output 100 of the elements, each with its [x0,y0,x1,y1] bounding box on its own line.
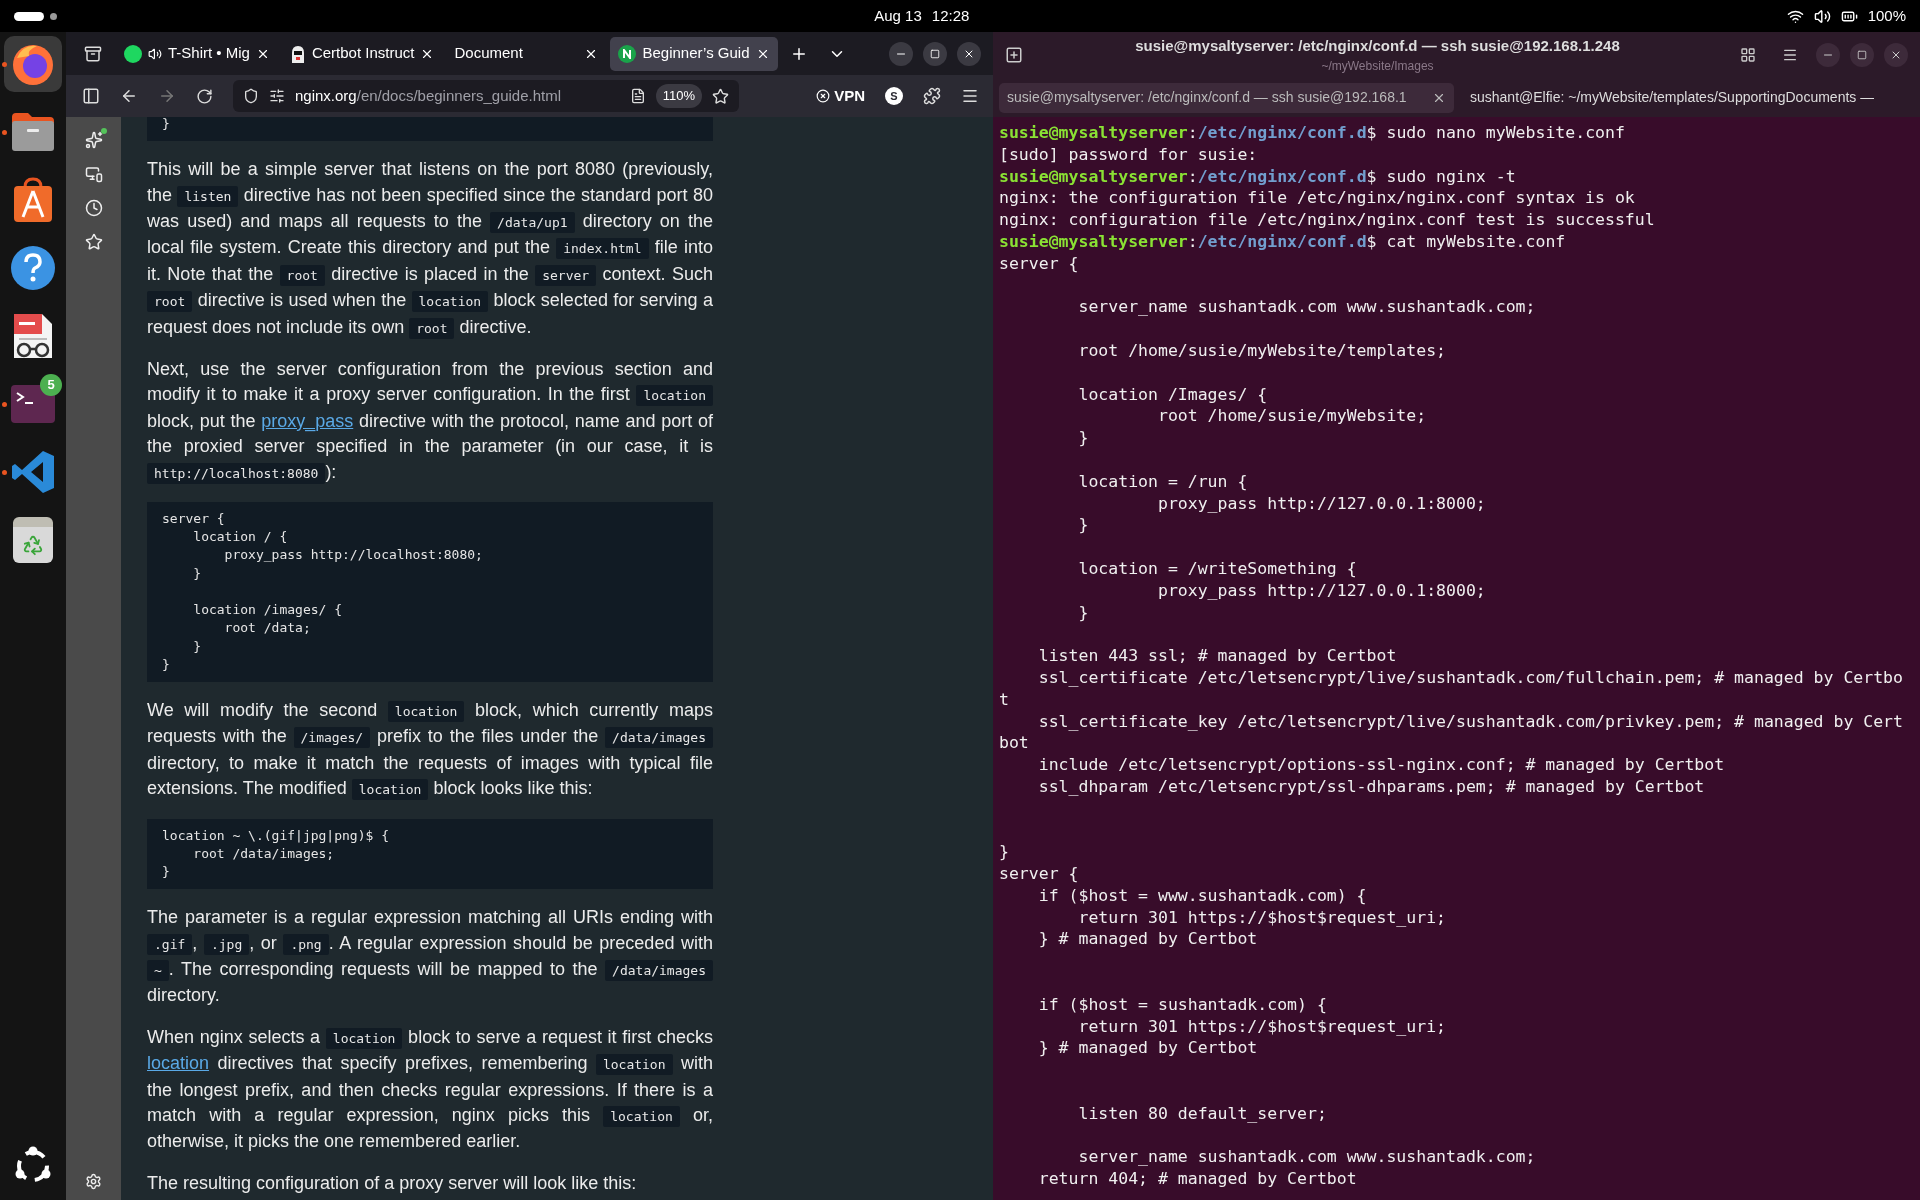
maximize-button[interactable] [923,41,947,66]
body-paragraph: Next, use the server configuration from the previous section and modify it to make it a proxy server configuration. In the first location block, put the proxy_pass directive with the protocol, name and port of the proxied server specified in the parameter (in our case, it is http://localhost:8080 ): [147,358,713,486]
terminal-line: return 301 https://$host$request_uri; [1077,1015,1448,1037]
browser-tab[interactable]: Beginner’s Guid [610,36,778,71]
back-icon[interactable] [120,87,138,105]
terminal-line: } # managed by Certbot [1037,928,1259,950]
code-editor-icon [10,449,56,495]
terminal-line: listen 80 default_server; [1077,1102,1328,1124]
site-controls-icon[interactable] [269,88,285,104]
tab-title: sushant@Elfie: ~/myWebsite/templates/SupportingDocuments — [1470,88,1875,107]
browser-tab[interactable]: T-Shirt • Mig [116,36,278,71]
tab-title: Document [454,43,524,64]
doc-link[interactable]: location [147,1053,210,1074]
prompt-line: susie@mysaltyserver:/etc/nginx/conf.d$ sudo nginx -t [999,165,1517,187]
help-icon [10,245,56,291]
terminal-line: include /etc/letsencrypt/options-ssl-nginx.conf; # managed by Certbot [1037,754,1726,775]
browser-tab[interactable]: Document [446,36,607,71]
terminal-line: proxy_pass http://127.0.0.1:8000; [1156,492,1487,514]
profile-avatar[interactable]: S [885,87,903,105]
terminal-line: t [999,688,1010,710]
menu-icon[interactable] [1782,47,1798,63]
terminal-tab[interactable]: susie@mysaltyserver: /etc/nginx/conf.d — ssh susie@192.168.1 [999,82,1454,113]
terminal-line: location = /run { [1077,470,1249,492]
terminal-line: server { [999,863,1080,884]
shopping-bag-icon [12,177,54,223]
speaker-icon[interactable] [148,46,162,61]
devices-icon[interactable] [84,165,103,183]
battery-level[interactable]: 100% [1867,4,1906,28]
music-app-icon [124,44,142,63]
body-paragraph: This will be a simple server that listens on the port 8080 (previously, the listen directive has not been specified since the standard port 80 was used) and maps all requests to the /data/up1 directory on the local file system. Create this directory and put the index.html file into it. Note that the root directive is placed in the server context. Such root directive is used when the location block selected for serving a request does not include its own root directive. [147,158,713,341]
prompt-line: susie@mysaltyserver:/etc/nginx/conf.d$ sudo nano myWebsite.conf [999,122,1626,143]
maximize-icon [930,48,940,59]
code-block: } [147,117,713,142]
terminal-line: nginx: configuration file /etc/nginx/nginx.conf test is successful [999,209,1656,230]
terminal-line: if ($host = www.sushantadk.com) { [1037,884,1368,906]
vpn-off-icon [816,89,831,103]
zoom-level[interactable]: 110% [655,84,702,108]
tab-title: Certbot Instruct [311,43,415,64]
close-button[interactable] [1884,43,1908,67]
date-label[interactable]: Aug 13 [874,4,922,28]
bookmarks-icon[interactable] [84,233,103,251]
terminal-line: server { [999,252,1080,274]
sidebar-toggle-icon[interactable] [82,87,100,105]
folder-icon [10,111,56,153]
minimize-button[interactable] [889,41,913,66]
terminal-line: return 404; # managed by Certbot [1037,1168,1358,1190]
terminal-line: proxy_pass http://127.0.0.1:8000; [1156,579,1487,601]
clock-label[interactable]: 12:28 [931,4,970,28]
reader-view-icon[interactable] [629,88,646,104]
shield-icon[interactable] [243,88,259,104]
history-icon[interactable] [84,199,103,217]
window-title: susie@mysaltyserver: /etc/nginx/conf.d — ssh susie@192.168.1.248 [1135,35,1620,56]
url-text: nginx.org/en/docs/beginners_guide.html [295,85,563,106]
terminal-tab[interactable]: sushant@Elfie: ~/myWebsite/templates/SupportingDocuments — [1462,82,1883,113]
vpn-button[interactable]: VPN [816,84,865,108]
dock-item[interactable] [4,36,62,92]
tab-title: T-Shirt • Mig [168,43,250,64]
extensions-icon[interactable] [923,87,941,105]
prompt-line: susie@mysaltyserver:/etc/nginx/conf.d$ cat myWebsite.conf [999,231,1567,252]
terminal-line: ssl_certificate_key /etc/letsencrypt/live/sushantadk.com/privkey.pem; # managed by Cert [1037,710,1904,732]
tab-title: Beginner’s Guid [642,43,750,64]
terminal-line: root /home/susie/myWebsite; [1156,405,1428,427]
grid-icon[interactable] [1740,47,1756,63]
sparkle-icon[interactable] [84,131,103,149]
forward-icon[interactable] [158,87,176,105]
close-icon [1890,49,1902,61]
doc-link[interactable]: proxy_pass [261,410,354,431]
trash-icon [13,517,53,563]
maximize-button[interactable] [1850,43,1874,67]
terminal-line: listen 443 ssl; # managed by Certbot [1037,645,1398,666]
minimize-button[interactable] [1816,43,1840,67]
document-glasses-icon [12,312,54,360]
browser-tab[interactable]: Certbot Instruct [281,36,443,71]
window-subtitle: ~/myWebsite/Images [1321,58,1434,76]
terminal-line: } # managed by Certbot [1037,1037,1259,1059]
settings-icon[interactable] [85,1173,102,1190]
address-bar[interactable]: nginx.org/en/docs/beginners_guide.html 110% [233,80,739,112]
terminal-line: ssl_dhparam /etc/letsencrypt/ssl-dhparams.pem; # managed by Certbot [1037,775,1706,797]
code-block: location ~ \.(gif|jpg|png)$ { root /data/images; } [147,818,713,890]
terminal-line: if ($host = sushantadk.com) { [1037,993,1328,1015]
new-tab-icon[interactable] [1005,46,1023,64]
terminal-line: [sudo] password for susie: [999,143,1259,165]
volume-icon[interactable] [1813,7,1831,25]
body-paragraph: The resulting configuration of a proxy server will look like this: [147,1171,638,1195]
body-paragraph: When nginx selects a location block to serve a request it first checks location directives that specify prefixes, remembering location with the longest prefix, and then checks regular expressions. If there is a match with a regular expression, nginx picks this location or, otherwise, it picks the one remembered earlier. [147,1025,713,1154]
robot-icon [289,44,306,63]
terminal-line: server_name sushantadk.com www.sushantadk.com; [1077,296,1537,318]
tab-title: susie@mysaltyserver: /etc/nginx/conf.d — ssh susie@192.168.1 [1007,88,1408,107]
reload-icon[interactable] [196,87,213,105]
activities-indicator[interactable] [14,11,57,21]
terminal-line: bot [999,732,1030,754]
menu-icon[interactable] [961,87,979,105]
terminal-line: } [1077,514,1090,536]
terminal-line: } [1077,427,1090,448]
bookmark-star-icon[interactable] [712,87,729,105]
close-button[interactable] [957,41,981,66]
maximize-icon [1857,50,1867,60]
terminal-line: root /home/susie/myWebsite/templates; [1077,339,1448,361]
tab-overview-icon[interactable] [84,44,102,63]
terminal-line: location = /writeSomething { [1077,557,1358,579]
